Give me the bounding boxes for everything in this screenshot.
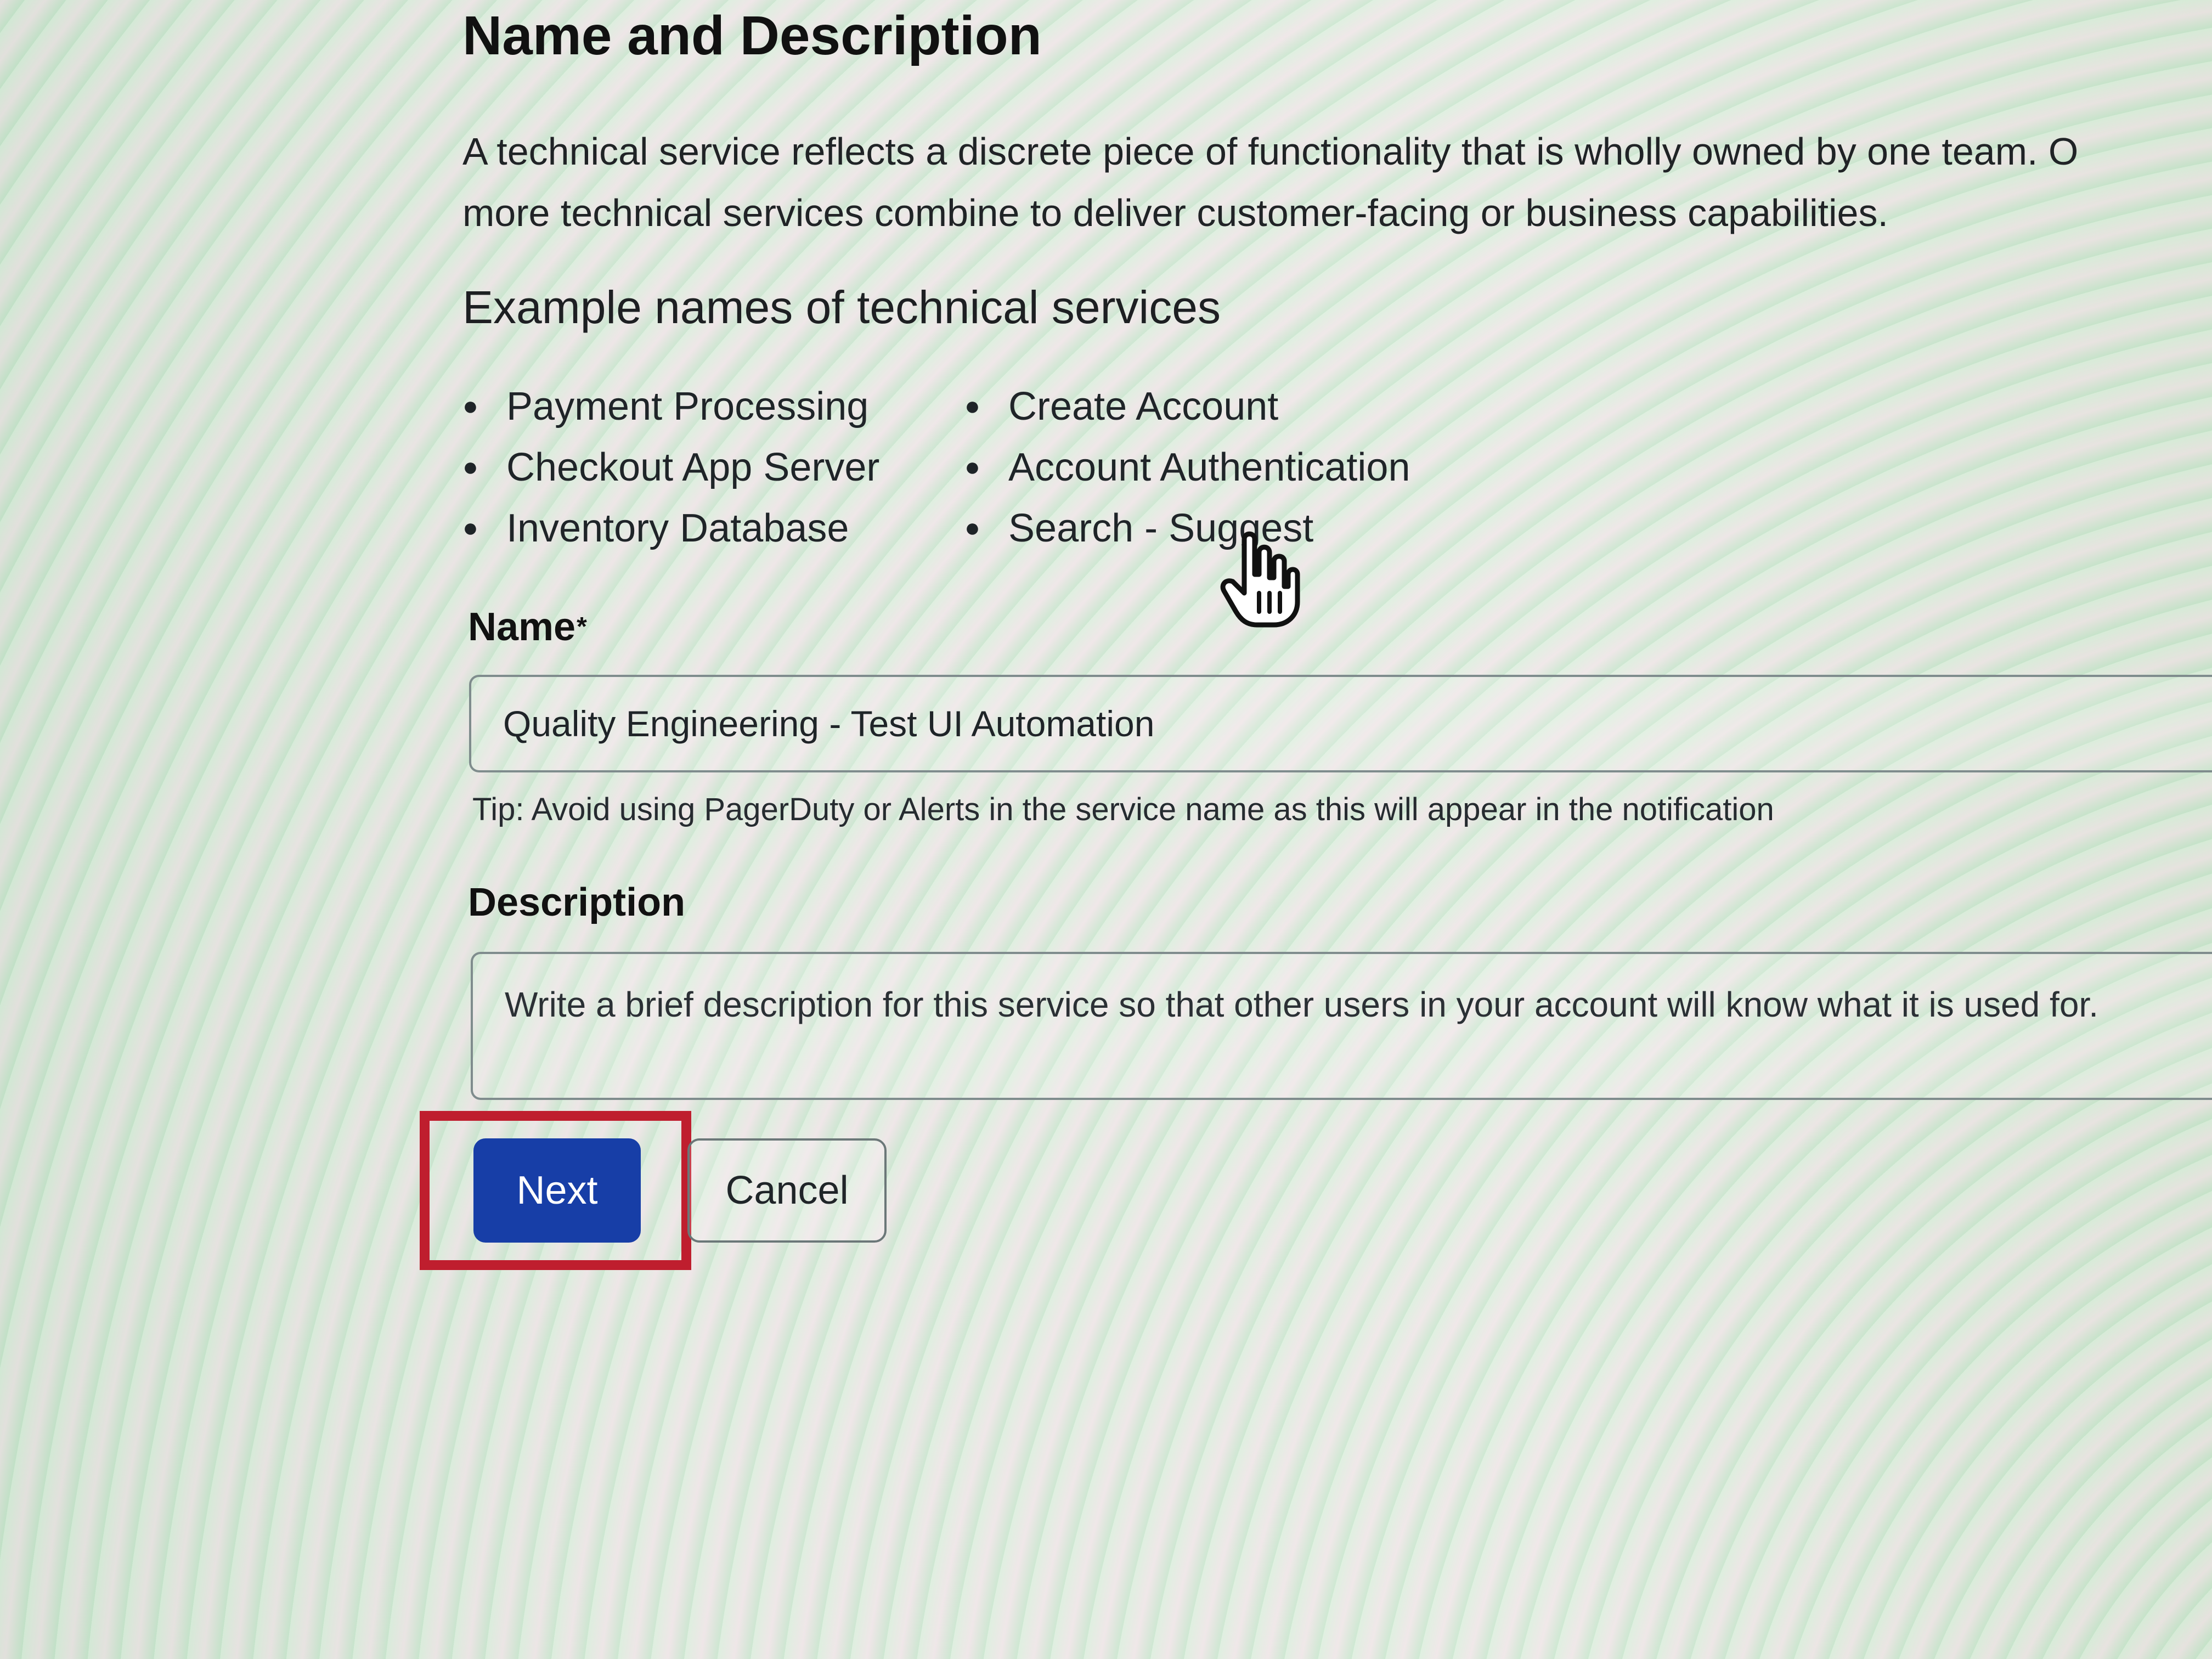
example-account-authentication: ● Account Authentication bbox=[964, 437, 1513, 498]
description-field bbox=[471, 952, 2212, 1100]
example-label: Account Authentication bbox=[1008, 445, 1410, 489]
name-input[interactable] bbox=[471, 677, 2212, 770]
bullet-icon: ● bbox=[964, 391, 980, 421]
example-label: Create Account bbox=[1008, 384, 1279, 428]
description-textarea[interactable] bbox=[473, 954, 2212, 1098]
name-label-text: Name bbox=[468, 605, 576, 649]
pointer-hand-icon bbox=[1220, 531, 1300, 628]
intro-line-1: A technical service reflects a discrete … bbox=[462, 130, 2079, 173]
example-label: Payment Processing bbox=[506, 384, 869, 428]
intro-line-2: more technical services combine to deliv… bbox=[462, 191, 1888, 234]
bullet-icon: ● bbox=[462, 391, 478, 421]
example-label: Inventory Database bbox=[506, 506, 849, 550]
name-tip: Tip: Avoid using PagerDuty or Alerts in … bbox=[472, 792, 1774, 827]
examples-heading: Example names of technical services bbox=[462, 281, 1221, 333]
name-label: Name* bbox=[468, 602, 587, 652]
bullet-icon: ● bbox=[964, 513, 980, 543]
service-intro-text: A technical service reflects a discrete … bbox=[462, 121, 2207, 244]
required-mark: * bbox=[577, 612, 587, 641]
service-form-page: Name and Description A technical service… bbox=[0, 0, 2212, 1659]
example-label: Checkout App Server bbox=[506, 445, 880, 489]
example-payment-processing: ● Payment Processing bbox=[462, 376, 964, 437]
name-field bbox=[469, 675, 2212, 772]
bullet-icon: ● bbox=[462, 452, 478, 482]
bullet-icon: ● bbox=[462, 513, 478, 543]
page-title: Name and Description bbox=[462, 5, 1042, 66]
example-create-account: ● Create Account bbox=[964, 376, 1513, 437]
example-service-names-list: ● Payment Processing ● Create Account ● … bbox=[462, 376, 1669, 558]
cancel-button[interactable]: Cancel bbox=[687, 1138, 887, 1243]
name-description-form: Name and Description A technical service… bbox=[420, 0, 2212, 1659]
next-button[interactable]: Next bbox=[473, 1138, 641, 1243]
example-inventory-database: ● Inventory Database bbox=[462, 498, 964, 558]
description-label: Description bbox=[468, 881, 686, 924]
example-checkout-app-server: ● Checkout App Server bbox=[462, 437, 964, 498]
bullet-icon: ● bbox=[964, 452, 980, 482]
